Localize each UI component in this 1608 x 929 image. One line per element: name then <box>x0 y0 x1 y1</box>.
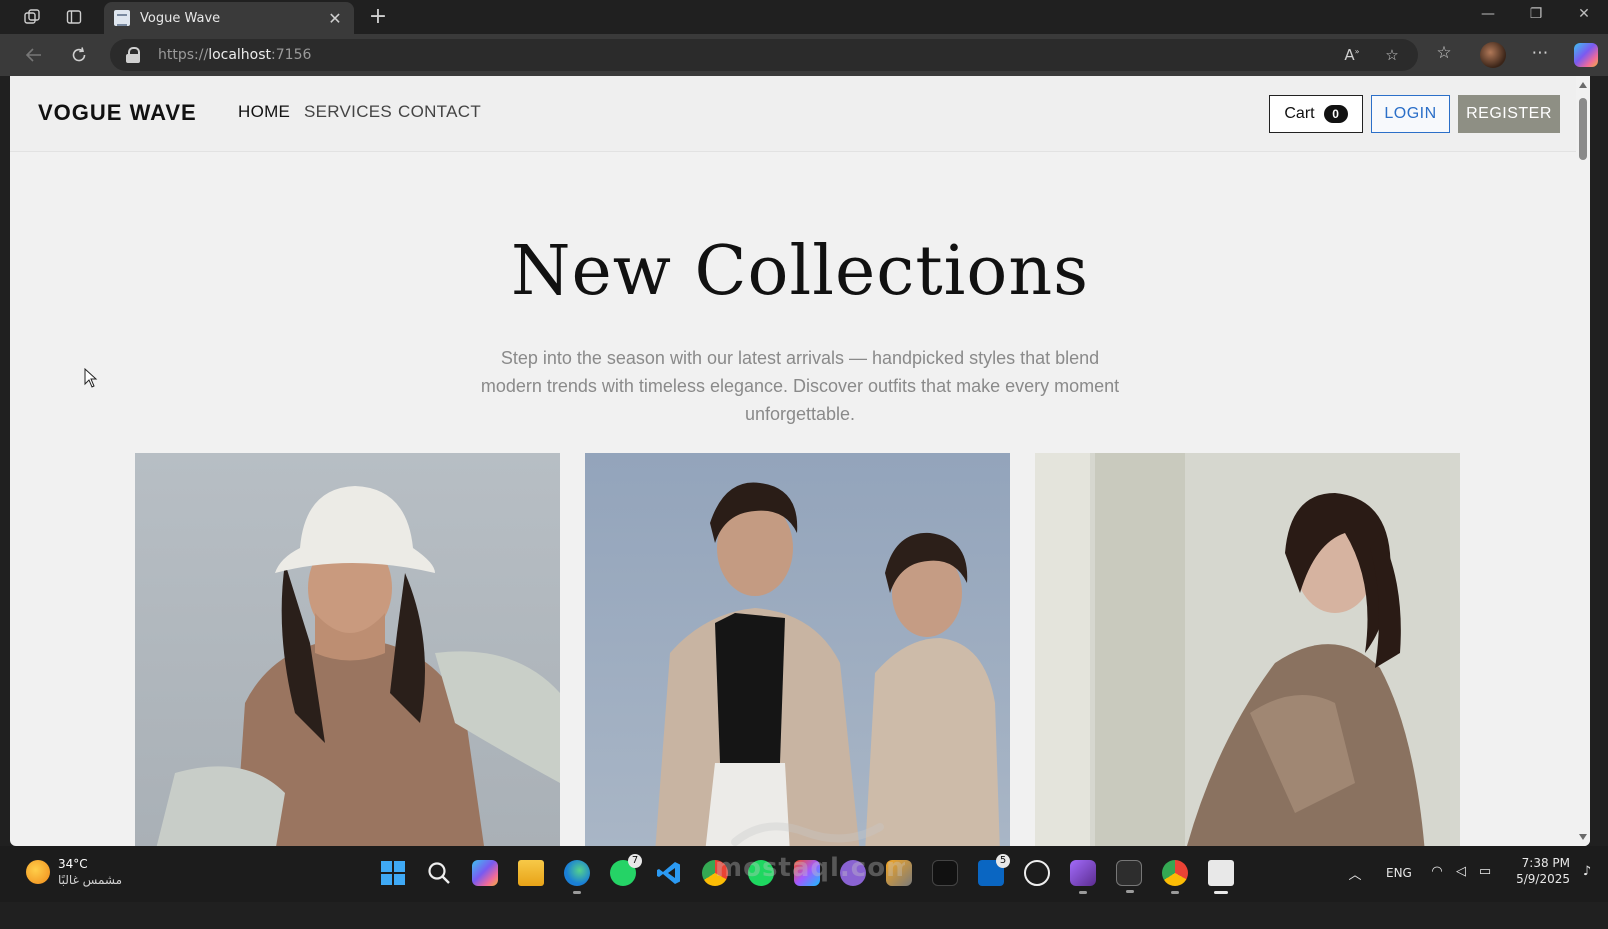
weather-sun-icon <box>26 860 50 884</box>
start-windows-icon[interactable] <box>380 860 406 886</box>
whatsapp-icon[interactable]: 7 <box>610 854 642 886</box>
refresh-icon[interactable] <box>66 43 92 67</box>
hero-title: New Collections <box>510 232 1090 311</box>
tab-title: Vogue Wave <box>140 10 221 26</box>
watermark-logo: mostaql.com <box>705 812 913 889</box>
file-explorer-icon[interactable] <box>518 860 544 886</box>
show-hidden-icons-chevron-icon[interactable]: ︿ <box>1346 864 1364 883</box>
edge-icon[interactable] <box>564 860 590 894</box>
nav-services[interactable]: SERVICES <box>304 102 392 122</box>
language-indicator[interactable]: ENG <box>1386 866 1412 880</box>
cart-count-badge: 0 <box>1323 105 1348 123</box>
collection-image-1[interactable] <box>135 453 560 846</box>
workspaces-icon[interactable] <box>20 6 44 28</box>
close-window-icon[interactable]: ✕ <box>1572 6 1596 22</box>
page-favicon-icon <box>114 10 130 26</box>
url-port: :7156 <box>271 47 312 63</box>
register-button[interactable]: REGISTER <box>1458 95 1560 133</box>
cart-label: Cart <box>1284 105 1315 122</box>
page-viewport: VOGUE WAVE HOME SERVICES CONTACT Cart 0 … <box>10 76 1590 846</box>
scroll-down-icon[interactable] <box>1579 834 1587 840</box>
weather-widget[interactable]: 34°C مشمس غالبًا <box>26 856 122 888</box>
collection-image-2[interactable] <box>585 453 1010 846</box>
scroll-up-icon[interactable] <box>1579 82 1587 88</box>
terminal-icon[interactable] <box>1116 860 1142 893</box>
nav-home[interactable]: HOME <box>238 102 290 122</box>
scroll-thumb[interactable] <box>1579 98 1587 160</box>
login-button[interactable]: LOGIN <box>1371 95 1450 133</box>
close-tab-icon[interactable]: ✕ <box>326 9 344 28</box>
active-app-icon[interactable] <box>1208 860 1234 894</box>
screen-bottom-area <box>0 902 1608 929</box>
page-scrollbar[interactable] <box>1576 76 1590 846</box>
chrome-profile-icon[interactable] <box>1162 860 1188 894</box>
more-options-icon[interactable]: ⋯ <box>1528 43 1552 67</box>
site-navbar: VOGUE WAVE HOME SERVICES CONTACT Cart 0 … <box>10 76 1590 152</box>
lock-icon[interactable] <box>126 47 140 63</box>
weather-desc: مشمس غالبًا <box>58 873 123 887</box>
nav-contact[interactable]: CONTACT <box>398 102 481 122</box>
linkedin-icon[interactable]: 5 <box>978 854 1010 886</box>
battery-icon[interactable]: ▭ <box>1476 864 1494 879</box>
svg-text:mostaql.com: mostaql.com <box>715 853 905 882</box>
address-bar[interactable]: https://localhost:7156 A» ☆ <box>110 39 1418 71</box>
volume-icon[interactable]: ◁ <box>1452 864 1470 879</box>
favorites-icon[interactable]: ☆ <box>1432 43 1456 67</box>
linkedin-badge: 5 <box>996 854 1010 868</box>
new-tab-icon[interactable]: + <box>366 4 390 29</box>
restore-icon[interactable]: ❐ <box>1524 6 1548 22</box>
collection-image-3[interactable] <box>1035 453 1460 846</box>
brand-logo[interactable]: VOGUE WAVE <box>38 100 197 126</box>
url-host: localhost <box>208 47 272 63</box>
read-aloud-icon[interactable]: A» <box>1342 46 1362 64</box>
box-app-icon[interactable] <box>932 860 958 886</box>
minimize-icon[interactable]: — <box>1476 6 1500 22</box>
search-icon[interactable] <box>426 860 452 886</box>
visual-studio-icon[interactable] <box>1070 860 1096 894</box>
copilot-taskbar-icon[interactable] <box>472 860 498 886</box>
back-icon[interactable] <box>21 43 47 67</box>
clock-time[interactable]: 7:38 PM <box>1512 856 1570 870</box>
tab-actions-icon[interactable] <box>62 6 86 28</box>
wifi-icon[interactable]: ◠ <box>1428 864 1446 879</box>
browser-toolbar: https://localhost:7156 A» ☆ ☆ ⋯ <box>0 34 1608 76</box>
browser-tab[interactable]: Vogue Wave ✕ <box>104 2 354 34</box>
whatsapp-badge: 7 <box>628 854 642 868</box>
copilot-icon[interactable] <box>1574 43 1598 67</box>
weather-temp: 34°C <box>58 857 88 871</box>
hero-subtitle: Step into the season with our latest arr… <box>480 348 1120 424</box>
cart-button[interactable]: Cart 0 <box>1269 95 1363 133</box>
chatgpt-icon[interactable] <box>1024 860 1050 886</box>
url-scheme: https:// <box>158 47 209 63</box>
favorite-star-icon[interactable]: ☆ <box>1382 46 1402 64</box>
vscode-icon[interactable] <box>656 860 682 886</box>
notifications-bell-icon[interactable]: ♪ <box>1578 864 1596 879</box>
clock-date[interactable]: 5/9/2025 <box>1508 872 1570 886</box>
browser-tab-bar: Vogue Wave ✕ + — ❐ ✕ <box>0 0 1608 34</box>
profile-avatar[interactable] <box>1480 42 1506 68</box>
